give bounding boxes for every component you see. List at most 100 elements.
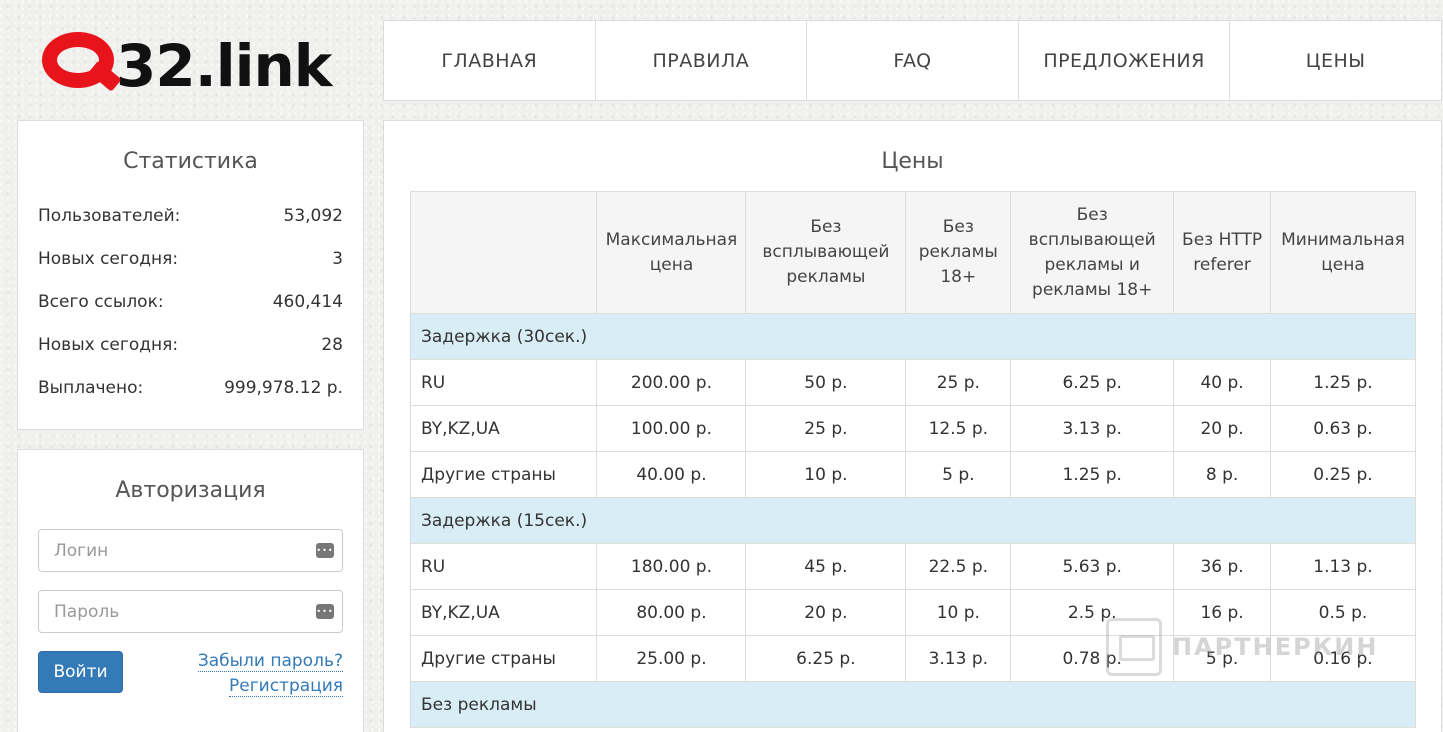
- main-nav: ГЛАВНАЯ ПРАВИЛА FAQ ПРЕДЛОЖЕНИЯ ЦЕНЫ: [383, 20, 1442, 101]
- price-cell: 40.00 р.: [596, 451, 747, 498]
- stats-title: Статистика: [123, 149, 258, 174]
- logo-text: 32.link: [116, 32, 332, 100]
- stat-row: Новых сегодня: 28: [18, 323, 363, 366]
- price-cell: 3.13 р.: [905, 635, 1012, 682]
- price-cell: 80.00 р.: [596, 589, 747, 636]
- price-cell: 10 р.: [905, 589, 1012, 636]
- nav-item-prices[interactable]: ЦЕНЫ: [1230, 21, 1441, 100]
- table-row: RU 200.00 р. 50 р. 25 р. 6.25 р. 40 р. 1.25 р.: [409, 359, 1416, 406]
- forgot-password-link[interactable]: Забыли пароль?: [197, 651, 343, 672]
- region-cell: RU: [409, 543, 598, 590]
- column-header: Максимальная цена: [596, 191, 747, 314]
- prices-panel: Цены Максимальная цена Без всплывающей р…: [383, 120, 1442, 732]
- stat-value: 3: [332, 248, 343, 269]
- register-link[interactable]: Регистрация: [229, 676, 343, 697]
- password-placeholder: Пароль: [54, 601, 120, 622]
- stat-row: Всего ссылок: 460,414: [18, 280, 363, 323]
- stat-label: Новых сегодня:: [38, 334, 179, 355]
- price-cell: 22.5 р.: [905, 543, 1012, 590]
- table-row: Другие страны 25.00 р. 6.25 р. 3.13 р. 0.78 …: [409, 635, 1416, 682]
- region-cell: RU: [409, 359, 598, 406]
- price-cell: 50 р.: [745, 359, 907, 406]
- stat-label: Новых сегодня:: [38, 248, 179, 269]
- stat-row: Новых сегодня: 3: [18, 237, 363, 280]
- site-logo[interactable]: 32.link: [38, 22, 338, 100]
- column-header: Минимальная цена: [1270, 191, 1416, 314]
- price-cell: 8 р.: [1173, 451, 1271, 498]
- column-header: Без рекламы 18+: [905, 191, 1012, 314]
- region-cell: Другие страны: [409, 451, 598, 498]
- region-cell: BY,KZ,UA: [409, 405, 598, 452]
- login-field[interactable]: Логин •••: [38, 529, 343, 572]
- login-button[interactable]: Войти: [38, 651, 123, 693]
- column-header: Без всплывающей рекламы: [745, 191, 907, 314]
- price-cell: 5 р.: [905, 451, 1012, 498]
- column-header: Без HTTP referer: [1173, 191, 1271, 314]
- stat-value: 28: [321, 334, 343, 355]
- price-cell: 25 р.: [905, 359, 1012, 406]
- prices-title: Цены: [881, 149, 944, 174]
- group-row: Задержка (15сек.): [410, 497, 1416, 544]
- auth-panel: Авторизация Логин ••• Пароль ••• Войти З…: [17, 449, 364, 732]
- stat-row: Пользователей: 53,092: [18, 194, 363, 237]
- price-cell: 6.25 р.: [745, 635, 907, 682]
- price-cell: 180.00 р.: [596, 543, 747, 590]
- price-cell: 0.63 р.: [1270, 405, 1416, 452]
- table-row: BY,KZ,UA 80.00 р. 20 р. 10 р. 2.5 р. 16 р. 0.5…: [409, 589, 1416, 636]
- stats-panel: Статистика Пользователей: 53,092 Новых се…: [17, 120, 364, 430]
- group-label: Задержка (15сек.): [410, 497, 1416, 544]
- region-cell: Другие страны: [409, 635, 598, 682]
- nav-item-offers[interactable]: ПРЕДЛОЖЕНИЯ: [1019, 21, 1231, 100]
- column-header: [409, 191, 598, 314]
- nav-item-rules[interactable]: ПРАВИЛА: [596, 21, 808, 100]
- nav-item-home[interactable]: ГЛАВНАЯ: [384, 21, 596, 100]
- price-cell: 16 р.: [1173, 589, 1271, 636]
- stat-value: 999,978.12 р.: [224, 377, 343, 398]
- price-cell: 5.63 р.: [1010, 543, 1175, 590]
- price-cell: 12.5 р.: [905, 405, 1012, 452]
- table-row: Другие страны 40.00 р. 10 р. 5 р. 1.25 р. 8 р…: [409, 451, 1416, 498]
- login-placeholder: Логин: [54, 540, 109, 561]
- table-row: RU 180.00 р. 45 р. 22.5 р. 5.63 р. 36 р. 1.13 …: [409, 543, 1416, 590]
- price-cell: 25.00 р.: [596, 635, 747, 682]
- price-cell: 25 р.: [745, 405, 907, 452]
- column-header: Без всплывающей рекламы и рекламы 18+: [1010, 191, 1175, 314]
- table-header-row: Максимальная цена Без всплывающей реклам…: [409, 191, 1416, 314]
- prices-table: Максимальная цена Без всплывающей реклам…: [409, 191, 1416, 728]
- price-cell: 1.13 р.: [1270, 543, 1416, 590]
- price-cell: 6.25 р.: [1010, 359, 1175, 406]
- password-field[interactable]: Пароль •••: [38, 590, 343, 633]
- price-cell: 10 р.: [745, 451, 907, 498]
- group-label: Без рекламы: [410, 681, 1416, 728]
- price-cell: 0.25 р.: [1270, 451, 1416, 498]
- stat-label: Выплачено:: [38, 377, 144, 398]
- nav-item-faq[interactable]: FAQ: [807, 21, 1019, 100]
- price-cell: 2.5 р.: [1010, 589, 1175, 636]
- stat-row: Выплачено: 999,978.12 р.: [18, 366, 363, 409]
- logo-q-mark: [38, 26, 122, 96]
- price-cell: 45 р.: [745, 543, 907, 590]
- price-cell: 5 р.: [1173, 635, 1271, 682]
- price-cell: 3.13 р.: [1010, 405, 1175, 452]
- price-cell: 1.25 р.: [1010, 451, 1175, 498]
- password-manager-icon[interactable]: •••: [316, 543, 334, 558]
- table-row: BY,KZ,UA 100.00 р. 25 р. 12.5 р. 3.13 р. 20 р…: [409, 405, 1416, 452]
- price-cell: 0.5 р.: [1270, 589, 1416, 636]
- price-cell: 20 р.: [1173, 405, 1271, 452]
- price-cell: 0.78 р.: [1010, 635, 1175, 682]
- price-cell: 100.00 р.: [596, 405, 747, 452]
- stat-label: Всего ссылок:: [38, 291, 164, 312]
- price-cell: 200.00 р.: [596, 359, 747, 406]
- stat-value: 460,414: [272, 291, 343, 312]
- password-manager-icon[interactable]: •••: [316, 604, 334, 619]
- region-cell: BY,KZ,UA: [409, 589, 598, 636]
- group-label: Задержка (30сек.): [410, 313, 1416, 360]
- group-row: Задержка (30сек.): [410, 313, 1416, 360]
- stat-value: 53,092: [283, 205, 343, 226]
- stat-label: Пользователей:: [38, 205, 181, 226]
- auth-title: Авторизация: [115, 478, 266, 503]
- price-cell: 36 р.: [1173, 543, 1271, 590]
- group-row: Без рекламы: [410, 681, 1416, 728]
- price-cell: 0.16 р.: [1270, 635, 1416, 682]
- price-cell: 1.25 р.: [1270, 359, 1416, 406]
